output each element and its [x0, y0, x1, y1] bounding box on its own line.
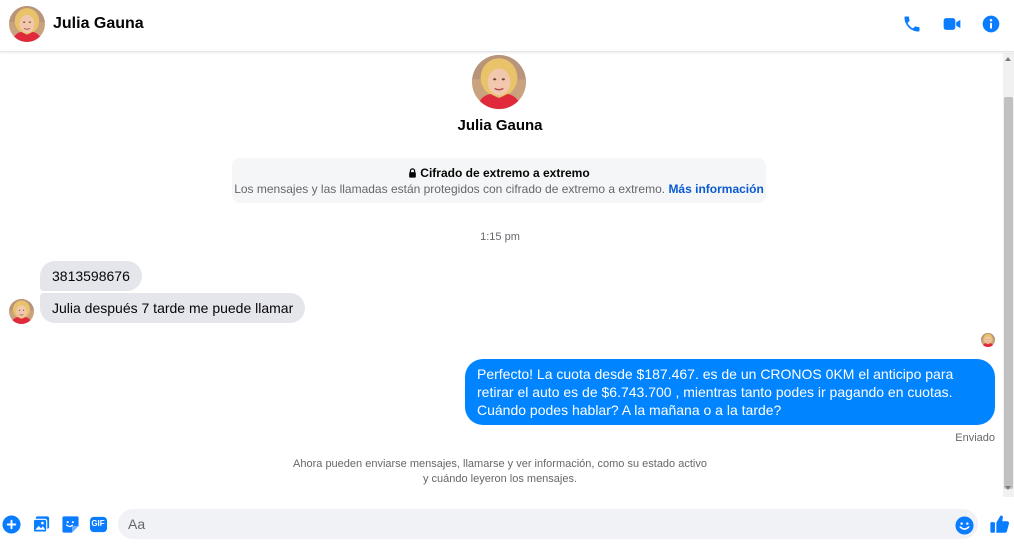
scroll-down-arrow[interactable] — [1005, 486, 1011, 490]
image-icon — [32, 515, 49, 533]
scroll-up-arrow[interactable] — [1005, 57, 1011, 61]
message-composer: GIF — [0, 497, 1014, 546]
sent-status: Enviado — [955, 432, 995, 444]
lock-icon — [409, 168, 417, 178]
thumbs-up-icon — [990, 515, 1010, 533]
attach-image-button[interactable] — [31, 514, 51, 534]
encryption-notice: Cifrado de extremo a extremo Los mensaje… — [232, 158, 766, 203]
encryption-description: Los mensajes y las llamadas están proteg… — [234, 182, 666, 196]
gif-button[interactable]: GIF — [88, 514, 108, 534]
encryption-title: Cifrado de extremo a extremo — [420, 166, 590, 180]
sticker-icon — [61, 515, 79, 533]
sticker-button[interactable] — [60, 514, 80, 534]
profile-avatar[interactable] — [472, 55, 526, 109]
message-timestamp: 1:15 pm — [480, 231, 520, 243]
video-call-button[interactable] — [940, 12, 964, 36]
more-info-link[interactable]: Más información — [668, 182, 763, 196]
message-input[interactable] — [118, 509, 978, 539]
emoji-button[interactable] — [954, 515, 974, 535]
send-like-button[interactable] — [988, 512, 1012, 536]
chat-header: Julia Gauna — [0, 0, 1014, 52]
conversation-info-button[interactable] — [979, 12, 1003, 36]
profile-name: Julia Gauna — [457, 117, 543, 134]
sender-avatar[interactable] — [9, 299, 34, 324]
contact-notice: Ahora pueden enviarse mensajes, llamarse… — [293, 458, 707, 485]
incoming-message[interactable]: Julia después 7 tarde me puede llamar — [40, 293, 306, 323]
read-receipt-avatar — [981, 333, 995, 347]
scrollbar-thumb[interactable] — [1004, 97, 1013, 489]
incoming-message[interactable]: 3813598676 — [40, 261, 142, 291]
phone-call-button[interactable] — [900, 12, 924, 36]
gif-label: GIF — [91, 519, 105, 528]
contact-name[interactable]: Julia Gauna — [53, 15, 144, 33]
outgoing-message[interactable]: Perfecto! La cuota desde $187.467. es de… — [465, 359, 995, 425]
emoji-icon — [954, 515, 974, 535]
info-icon — [982, 15, 1000, 33]
phone-icon — [904, 16, 920, 32]
conversation-scrollbar[interactable] — [1003, 53, 1014, 497]
plus-icon — [1, 514, 21, 534]
more-actions-button[interactable] — [1, 514, 21, 534]
conversation-area[interactable]: Julia Gauna Cifrado de extremo a extremo… — [0, 53, 1002, 497]
video-camera-icon — [943, 18, 961, 30]
contact-avatar[interactable] — [9, 6, 45, 42]
